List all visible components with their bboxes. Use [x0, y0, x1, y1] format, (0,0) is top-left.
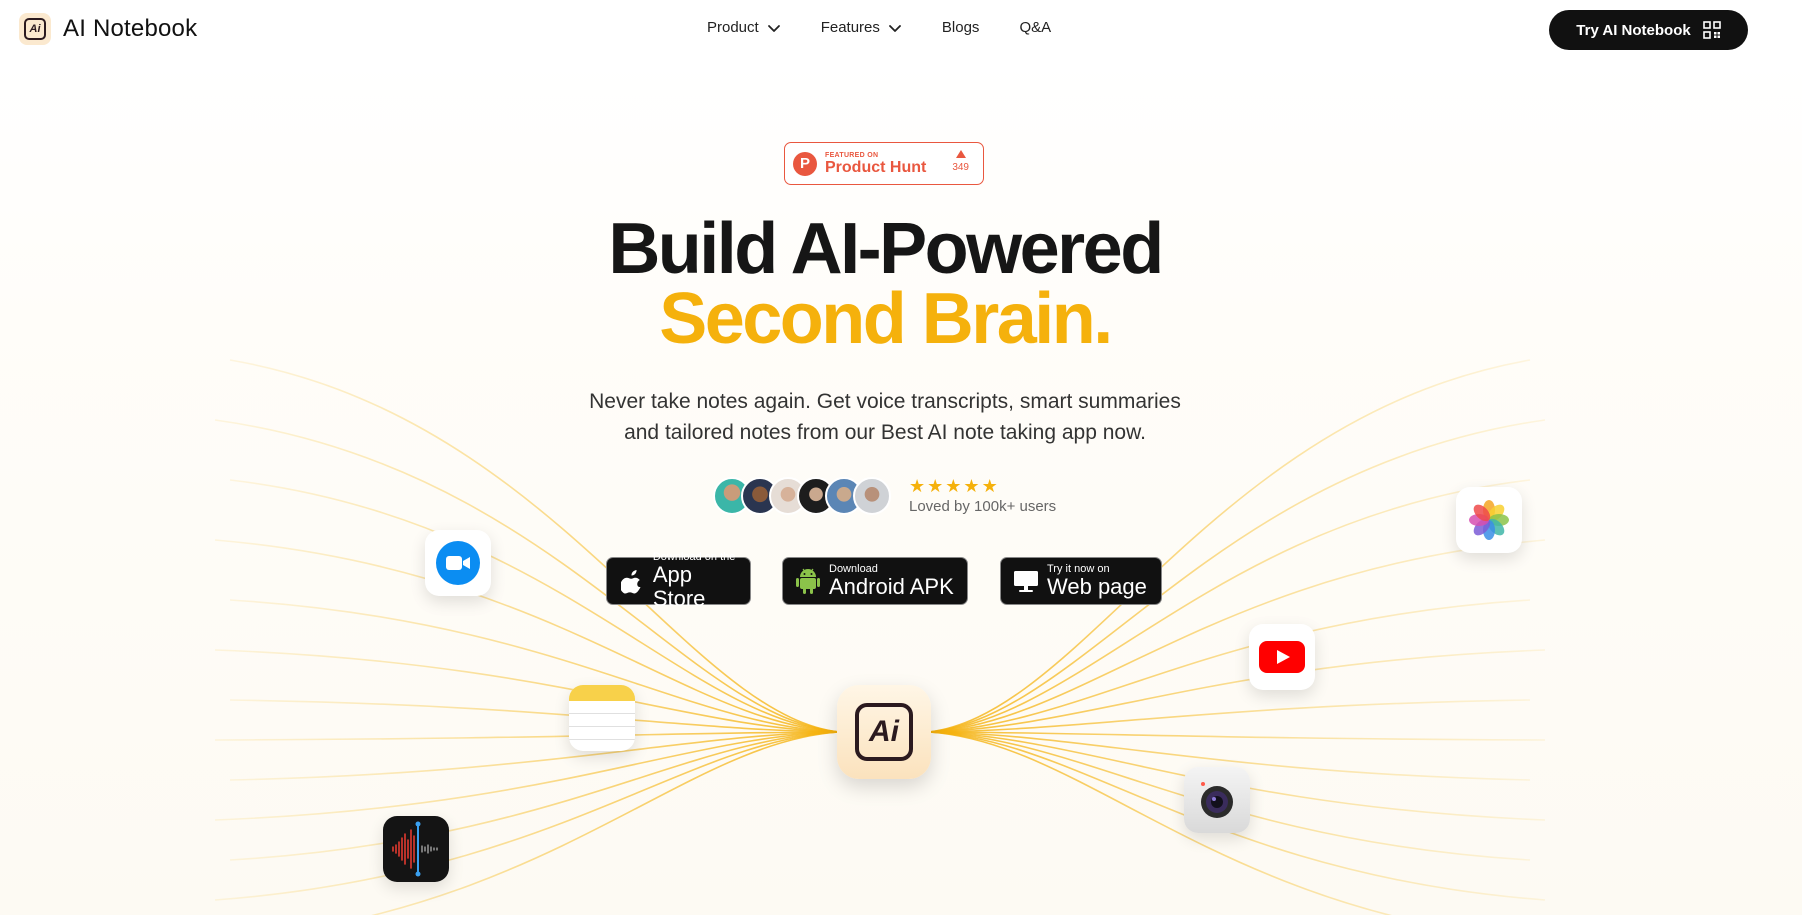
nav-blogs-label: Blogs [941, 19, 980, 36]
android-apk-button[interactable]: Download Android APK [782, 557, 968, 605]
nav-product-label: Product [707, 19, 759, 36]
avatar [853, 477, 891, 515]
upvote-icon [955, 150, 966, 158]
product-hunt-badge[interactable]: P FEATURED ON Product Hunt 349 [784, 142, 984, 185]
qr-code-icon [1702, 21, 1721, 39]
brand-name: AI Notebook [63, 15, 198, 42]
rating-stars: ★ ★ ★ ★ ★ [909, 477, 998, 495]
app-store-button[interactable]: Download on the App Store [606, 551, 751, 611]
nav-blogs[interactable]: Blogs [942, 19, 980, 36]
nav-qa-label: Q&A [1019, 19, 1052, 36]
hero-subtitle-line2: and tailored notes from our Best AI note… [624, 421, 1146, 444]
youtube-icon [1249, 624, 1315, 690]
nav-qa[interactable]: Q&A [1019, 19, 1051, 36]
nav-features-label: Features [820, 19, 880, 36]
star-icon: ★ [963, 476, 980, 496]
upvote-count: 349 [952, 150, 969, 173]
nav-product[interactable]: Product [707, 19, 781, 36]
cta-label: Try AI Notebook [1576, 21, 1691, 39]
chevron-down-icon [767, 24, 780, 32]
brand-logo-icon: Ai [19, 13, 51, 45]
apple-icon [619, 567, 645, 595]
vote-count: 349 [952, 162, 969, 173]
ai-notebook-icon: Ai [837, 685, 931, 779]
star-icon: ★ [909, 476, 926, 496]
voice-memos-icon [383, 816, 449, 882]
app-store-big: App Store [652, 562, 706, 611]
top-navigation: Ai AI Notebook Product Features Blogs Q&… [0, 0, 1802, 60]
web-big: Web page [1047, 574, 1147, 599]
loved-by-text: Loved by 100k+ users [909, 498, 1057, 515]
hero-subtitle-line1: Never take notes again. Get voice transc… [589, 390, 1181, 413]
hero-background [0, 60, 1802, 915]
user-avatars [713, 477, 893, 515]
star-icon: ★ [927, 476, 944, 496]
nav-links: Product Features Blogs Q&A [707, 19, 1091, 36]
notes-icon [569, 685, 635, 751]
photos-icon [1456, 487, 1522, 553]
badge-title: Product Hunt [825, 158, 927, 176]
brand[interactable]: Ai AI Notebook [19, 13, 197, 45]
chevron-down-icon [889, 24, 901, 32]
hero-title-line2: Second Brain. [659, 279, 1113, 359]
try-ai-notebook-button[interactable]: Try AI Notebook [1549, 10, 1748, 50]
product-hunt-icon: P [793, 151, 817, 176]
web-page-button[interactable]: Try it now on Web page [1000, 557, 1162, 605]
zoom-icon [425, 530, 491, 596]
star-icon: ★ [981, 476, 998, 496]
star-icon: ★ [945, 476, 962, 496]
camera-icon [1184, 767, 1250, 833]
android-icon [795, 567, 821, 595]
monitor-icon [1013, 567, 1039, 595]
android-big: Android APK [829, 574, 954, 599]
nav-features[interactable]: Features [821, 19, 902, 36]
badge-featured-label: FEATURED ON [825, 151, 879, 159]
